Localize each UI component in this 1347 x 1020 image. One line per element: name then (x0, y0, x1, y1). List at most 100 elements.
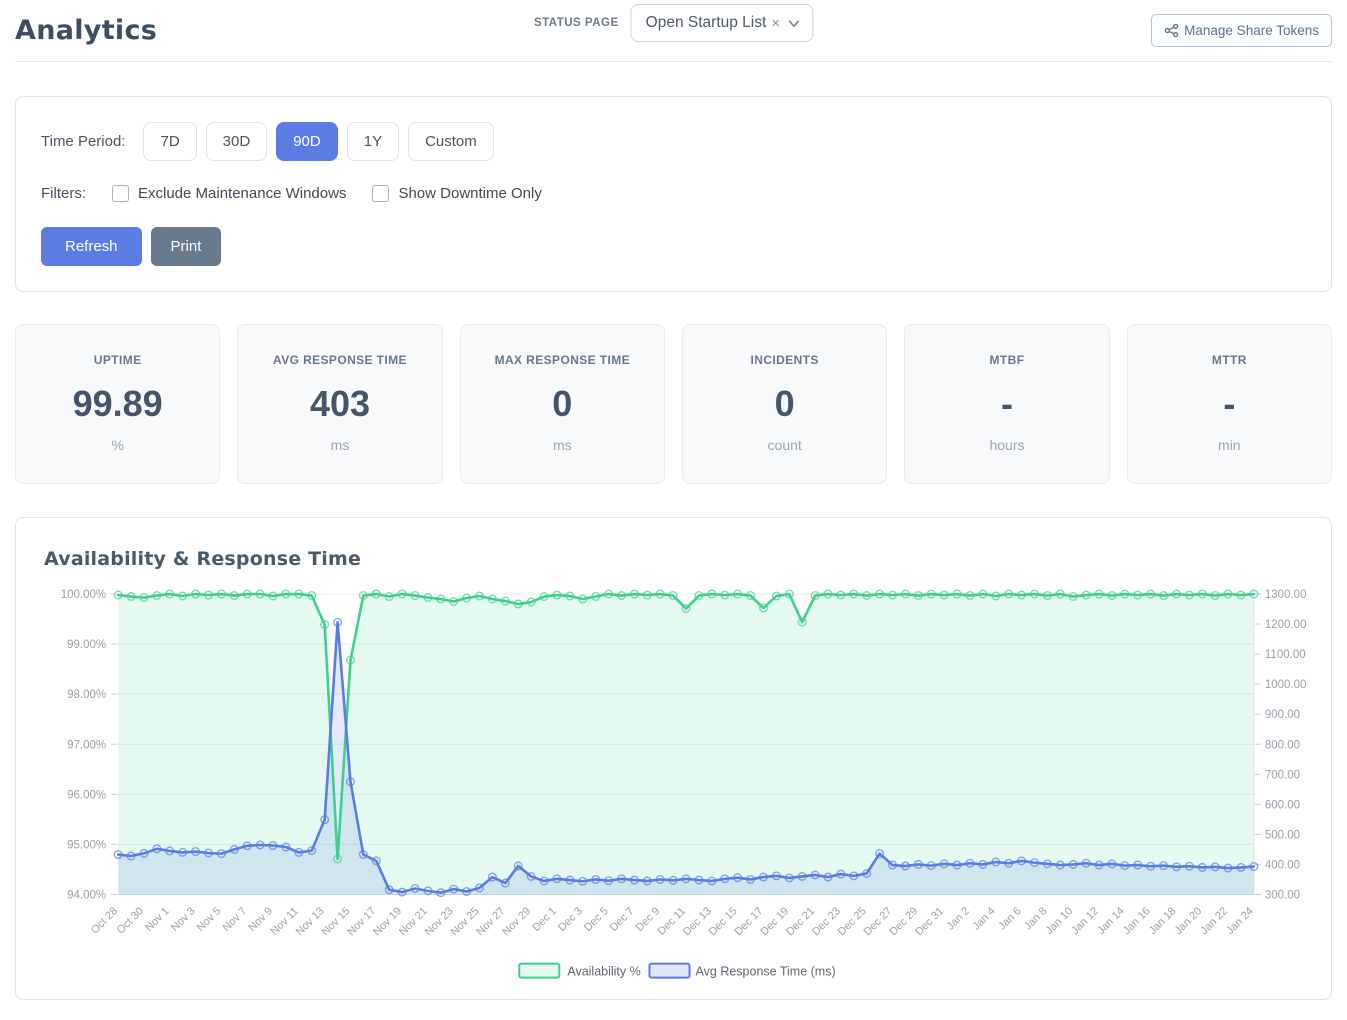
exclude-maintenance-checkbox[interactable] (112, 185, 129, 202)
filter-panel: Time Period: 7D 30D 90D 1Y Custom Filter… (15, 96, 1332, 292)
status-page-label: STATUS PAGE (534, 17, 619, 29)
svg-text:96.00%: 96.00% (67, 789, 106, 801)
svg-text:Dec 7: Dec 7 (608, 905, 637, 934)
svg-text:Nov 3: Nov 3 (169, 905, 198, 934)
svg-text:Jan 12: Jan 12 (1069, 905, 1101, 937)
stat-label: UPTIME (26, 353, 209, 367)
filters-label: Filters: (41, 185, 86, 202)
svg-text:500.00: 500.00 (1265, 829, 1300, 841)
svg-text:Jan 10: Jan 10 (1043, 905, 1075, 937)
period-button-7d[interactable]: 7D (143, 122, 196, 161)
time-period-label: Time Period: (41, 133, 125, 150)
availability-response-chart: 94.00% 95.00% 96.00% 97.00% 98.00% 99.00% 100.… (30, 580, 1317, 989)
svg-text:95.00%: 95.00% (67, 839, 106, 851)
svg-text:Dec 3: Dec 3 (556, 905, 585, 934)
action-row: Refresh Print (41, 227, 1306, 266)
svg-text:Dec 5: Dec 5 (582, 905, 611, 934)
svg-text:300.00: 300.00 (1265, 889, 1300, 901)
status-page-group: STATUS PAGE Open Startup List × (534, 4, 813, 42)
stat-card-max-response: MAX RESPONSE TIME 0 ms (460, 324, 665, 484)
manage-share-tokens-button[interactable]: Manage Share Tokens (1151, 14, 1332, 47)
svg-text:Jan 20: Jan 20 (1173, 905, 1205, 937)
stat-card-mttr: MTTR - min (1127, 324, 1332, 484)
stat-unit: ms (248, 437, 431, 453)
page-title: Analytics (15, 15, 157, 46)
stat-card-incidents: INCIDENTS 0 count (682, 324, 887, 484)
share-icon (1164, 23, 1179, 38)
exclude-maintenance-checkbox-label[interactable]: Exclude Maintenance Windows (112, 185, 346, 202)
svg-text:Dec 1: Dec 1 (530, 905, 559, 934)
svg-text:700.00: 700.00 (1265, 769, 1300, 781)
stat-label: MTTR (1138, 353, 1321, 367)
svg-text:1000.00: 1000.00 (1265, 679, 1307, 691)
svg-text:1300.00: 1300.00 (1265, 589, 1307, 601)
svg-text:94.00%: 94.00% (67, 889, 106, 901)
period-button-1y[interactable]: 1Y (347, 122, 399, 161)
stat-value: 0 (471, 383, 654, 425)
period-button-custom[interactable]: Custom (408, 122, 494, 161)
svg-text:99.00%: 99.00% (67, 639, 106, 651)
svg-text:400.00: 400.00 (1265, 859, 1300, 871)
svg-text:1100.00: 1100.00 (1265, 649, 1306, 661)
stat-label: MAX RESPONSE TIME (471, 353, 654, 367)
svg-text:Jan 4: Jan 4 (970, 905, 998, 933)
stat-card-mtbf: MTBF - hours (904, 324, 1109, 484)
svg-text:1200.00: 1200.00 (1265, 619, 1307, 631)
stat-unit: min (1138, 437, 1321, 453)
header: Analytics STATUS PAGE Open Startup List … (15, 0, 1332, 62)
svg-text:97.00%: 97.00% (67, 739, 106, 751)
chart-title: Availability & Response Time (44, 548, 1317, 570)
svg-text:Jan 2: Jan 2 (945, 905, 973, 933)
svg-text:Nov 5: Nov 5 (195, 905, 224, 934)
svg-text:Jan 24: Jan 24 (1224, 905, 1256, 937)
svg-text:Jan 18: Jan 18 (1147, 905, 1179, 937)
print-button[interactable]: Print (151, 227, 222, 266)
stat-unit: % (26, 437, 209, 453)
clear-icon[interactable]: × (770, 16, 781, 31)
filters-row: Filters: Exclude Maintenance Windows Sho… (41, 185, 1306, 202)
stat-value: 99.89 (26, 383, 209, 425)
svg-text:Avg Response Time (ms): Avg Response Time (ms) (696, 965, 836, 979)
manage-share-tokens-label: Manage Share Tokens (1184, 23, 1319, 38)
stat-card-uptime: UPTIME 99.89 % (15, 324, 220, 484)
show-downtime-checkbox-label[interactable]: Show Downtime Only (372, 185, 541, 202)
period-button-30d[interactable]: 30D (206, 122, 268, 161)
stat-card-avg-response: AVG RESPONSE TIME 403 ms (237, 324, 442, 484)
stat-value: 0 (693, 383, 876, 425)
svg-text:Jan 22: Jan 22 (1198, 905, 1230, 937)
svg-text:Oct 28: Oct 28 (89, 905, 120, 936)
svg-text:800.00: 800.00 (1265, 739, 1300, 751)
time-period-row: Time Period: 7D 30D 90D 1Y Custom (41, 122, 1306, 161)
svg-text:Jan 16: Jan 16 (1121, 905, 1153, 937)
stat-label: MTBF (915, 353, 1098, 367)
svg-text:Jan 6: Jan 6 (996, 905, 1024, 933)
chart-panel: Availability & Response Time 94.00% 95.00… (15, 517, 1332, 1000)
refresh-button[interactable]: Refresh (41, 227, 142, 266)
stat-label: AVG RESPONSE TIME (248, 353, 431, 367)
chevron-down-icon (787, 17, 800, 30)
svg-text:98.00%: 98.00% (67, 689, 106, 701)
analytics-page: Analytics STATUS PAGE Open Startup List … (0, 0, 1347, 1020)
stat-value: 403 (248, 383, 431, 425)
svg-text:Jan 14: Jan 14 (1095, 905, 1127, 937)
period-button-90d[interactable]: 90D (276, 122, 338, 161)
svg-text:100.00%: 100.00% (61, 589, 106, 601)
period-buttons: 7D 30D 90D 1Y Custom (143, 122, 493, 161)
svg-text:Oct 30: Oct 30 (115, 905, 146, 936)
stat-unit: hours (915, 437, 1098, 453)
stat-label: INCIDENTS (693, 353, 876, 367)
stat-unit: count (693, 437, 876, 453)
stat-value: - (915, 383, 1098, 425)
status-page-selected-value: Open Startup List (646, 14, 767, 32)
svg-text:Nov 29: Nov 29 (500, 905, 533, 938)
svg-text:Dec 31: Dec 31 (913, 905, 946, 938)
svg-text:900.00: 900.00 (1265, 709, 1300, 721)
svg-text:600.00: 600.00 (1265, 799, 1300, 811)
stat-unit: ms (471, 437, 654, 453)
svg-text:Nov 7: Nov 7 (221, 905, 250, 934)
status-page-select[interactable]: Open Startup List × (631, 4, 813, 42)
show-downtime-checkbox[interactable] (372, 185, 389, 202)
stat-cards: UPTIME 99.89 % AVG RESPONSE TIME 403 ms … (15, 324, 1332, 484)
svg-text:Availability %: Availability % (567, 965, 640, 979)
svg-text:Nov 1: Nov 1 (143, 905, 172, 934)
